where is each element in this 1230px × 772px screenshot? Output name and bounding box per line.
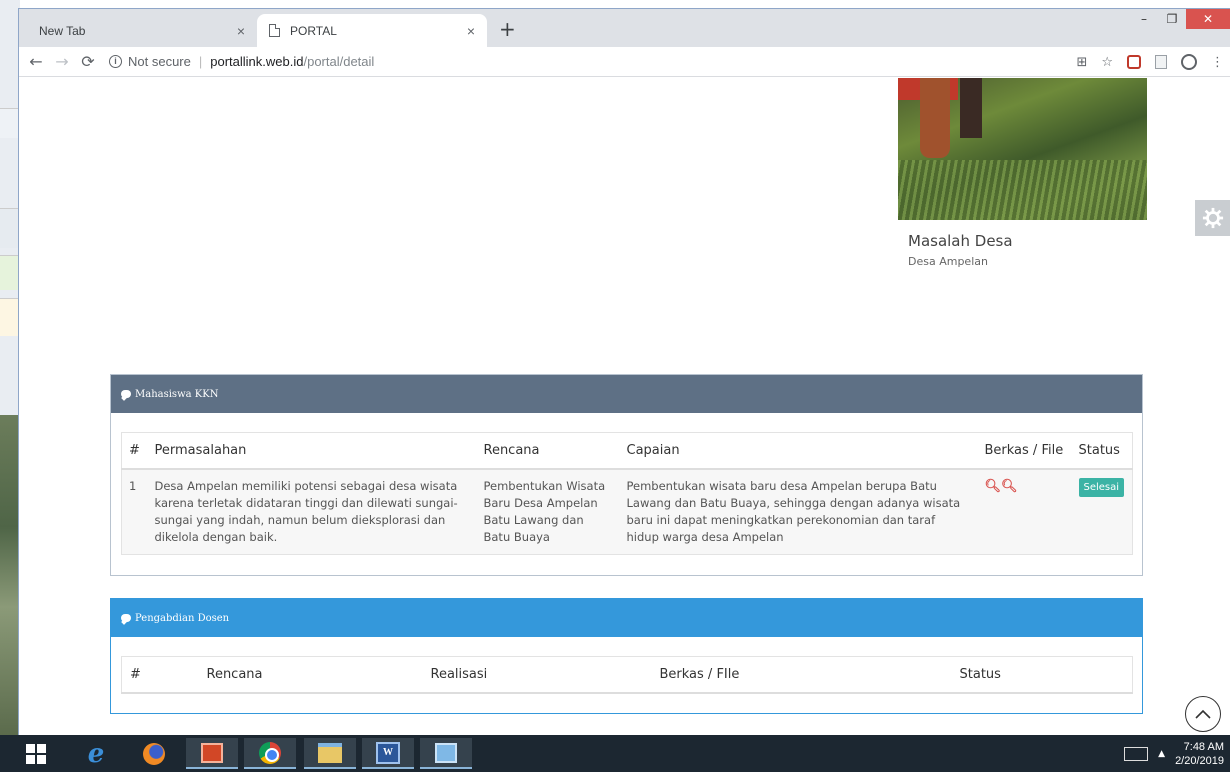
cell-rencana: Pembentukan Wisata Baru Desa Ampelan Bat… xyxy=(476,468,620,554)
col-num: # xyxy=(121,432,148,470)
comments-icon xyxy=(121,390,131,398)
cell-capaian: Pembentukan wisata baru desa Ampelan ber… xyxy=(619,468,978,554)
taskbar-word[interactable]: W xyxy=(362,738,414,769)
close-icon[interactable]: × xyxy=(467,23,475,39)
powerpoint-icon xyxy=(201,742,223,763)
panel-title: Mahasiswa KKN xyxy=(135,388,219,400)
taskbar-chrome[interactable] xyxy=(244,738,296,769)
col-num: # xyxy=(121,656,199,694)
tab-strip: New Tab × PORTAL × + – ❐ ✕ xyxy=(19,9,1230,47)
cell-permasalahan: Desa Ampelan memiliki potensi sebagai de… xyxy=(147,468,477,554)
col-rencana: Rencana xyxy=(476,432,620,470)
col-status: Status xyxy=(951,656,1133,694)
taskbar-remote-desktop[interactable] xyxy=(420,738,472,769)
translate-icon[interactable]: ⊞ xyxy=(1076,55,1087,70)
minimize-button[interactable]: – xyxy=(1130,9,1158,29)
village-photo[interactable] xyxy=(898,78,1147,220)
status-badge: Selesai xyxy=(1078,477,1125,497)
col-berkas: Berkas / FIle xyxy=(651,656,952,694)
panel-heading: Pengabdian Dosen xyxy=(111,599,1142,637)
panel-mahasiswa-kkn: Mahasiswa KKN # Permasalahan Rencana Cap… xyxy=(110,374,1143,576)
taskbar-powerpoint[interactable] xyxy=(186,738,238,769)
background-window xyxy=(0,0,20,735)
taskbar: e W ▲ 7:48 AM 2/20/2019 xyxy=(0,735,1230,772)
settings-button[interactable] xyxy=(1195,200,1230,236)
taskbar-firefox[interactable] xyxy=(128,738,180,769)
cell-berkas: 🔍︎🔍︎ xyxy=(977,468,1072,554)
page-content: Masalah Desa Desa Ampelan Mahasiswa KKN xyxy=(19,78,1230,736)
toolbar-actions: ⊞ ☆ ⋮ xyxy=(1076,47,1224,77)
extension-doc-icon[interactable] xyxy=(1155,55,1167,69)
restore-button[interactable]: ❐ xyxy=(1158,9,1186,29)
col-realisasi: Realisasi xyxy=(422,656,652,694)
table-row: 1 Desa Ampelan memiliki potensi sebagai … xyxy=(121,468,1133,554)
close-icon[interactable]: × xyxy=(237,23,245,39)
clock-time: 7:48 AM xyxy=(1183,740,1224,753)
reload-icon[interactable]: ⟳ xyxy=(75,52,101,71)
cell-num: 1 xyxy=(121,468,148,554)
panel-pengabdian-dosen: Pengabdian Dosen # Rencana Realisasi Ber… xyxy=(110,598,1143,714)
profile-icon[interactable] xyxy=(1181,54,1197,70)
panel-heading: Mahasiswa KKN xyxy=(111,375,1142,413)
table-header-row: # Permasalahan Rencana Capaian Berkas / … xyxy=(121,432,1133,470)
taskbar-ie[interactable]: e xyxy=(70,738,122,769)
tray-chevron-up-icon[interactable]: ▲ xyxy=(1158,749,1165,759)
extension-pocket-icon[interactable] xyxy=(1127,55,1141,69)
clock-date: 2/20/2019 xyxy=(1175,754,1224,767)
cell-status: Selesai xyxy=(1071,468,1133,554)
chrome-icon xyxy=(259,741,281,764)
gear-icon xyxy=(1202,207,1224,229)
url-host: portallink.web.id xyxy=(210,54,304,69)
kkn-table: # Permasalahan Rencana Capaian Berkas / … xyxy=(121,432,1133,555)
word-icon: W xyxy=(376,741,400,764)
photo-card-title: Masalah Desa xyxy=(908,232,1013,250)
tab-portal[interactable]: PORTAL × xyxy=(257,14,487,47)
search-file-icon[interactable]: 🔍︎ xyxy=(985,479,1002,494)
system-tray: ▲ 7:48 AM 2/20/2019 xyxy=(1124,735,1224,772)
tab-label: PORTAL xyxy=(290,23,337,38)
forward-icon[interactable]: → xyxy=(49,52,75,71)
firefox-icon xyxy=(143,742,165,765)
window-controls: – ❐ ✕ xyxy=(1130,9,1230,29)
col-rencana: Rencana xyxy=(198,656,423,694)
comments-icon xyxy=(121,614,131,622)
photo-card-subtitle: Desa Ampelan xyxy=(908,255,988,268)
col-capaian: Capaian xyxy=(619,432,978,470)
scroll-to-top-button[interactable] xyxy=(1185,696,1221,732)
info-icon[interactable]: i xyxy=(109,55,122,68)
start-button[interactable] xyxy=(14,738,58,769)
browser-window: New Tab × PORTAL × + – ❐ ✕ ← → ⟳ i Not s… xyxy=(18,8,1230,736)
col-berkas: Berkas / File xyxy=(977,432,1072,470)
chevron-up-icon xyxy=(1195,709,1211,719)
document-icon xyxy=(269,24,280,37)
windows-logo-icon xyxy=(26,743,46,764)
panel-title: Pengabdian Dosen xyxy=(135,612,230,624)
menu-icon[interactable]: ⋮ xyxy=(1211,55,1224,70)
bookmark-star-icon[interactable]: ☆ xyxy=(1101,55,1113,70)
remote-desktop-icon xyxy=(435,742,457,763)
keyboard-icon[interactable] xyxy=(1124,746,1149,761)
close-window-button[interactable]: ✕ xyxy=(1186,9,1230,29)
table-header-row: # Rencana Realisasi Berkas / FIle Status xyxy=(121,656,1133,694)
tab-label: New Tab xyxy=(39,23,86,38)
clock[interactable]: 7:48 AM 2/20/2019 xyxy=(1175,740,1224,768)
dosen-table: # Rencana Realisasi Berkas / FIle Status xyxy=(121,656,1133,694)
address-bar[interactable]: i Not secure | portallink.web.id /portal… xyxy=(109,54,374,69)
new-tab-button[interactable]: + xyxy=(499,17,516,41)
security-label: Not secure xyxy=(128,54,191,69)
address-separator: | xyxy=(198,54,203,69)
back-icon[interactable]: ← xyxy=(23,52,49,71)
url-path: /portal/detail xyxy=(303,54,375,69)
tab-new-tab[interactable]: New Tab × xyxy=(27,14,257,47)
taskbar-file-explorer[interactable] xyxy=(304,738,356,769)
col-permasalahan: Permasalahan xyxy=(147,432,477,470)
col-status: Status xyxy=(1071,432,1133,470)
search-file-icon[interactable]: 🔍︎ xyxy=(1001,479,1018,494)
internet-explorer-icon: e xyxy=(87,738,105,769)
browser-toolbar: ← → ⟳ i Not secure | portallink.web.id /… xyxy=(19,47,1230,77)
file-explorer-icon xyxy=(318,742,342,763)
